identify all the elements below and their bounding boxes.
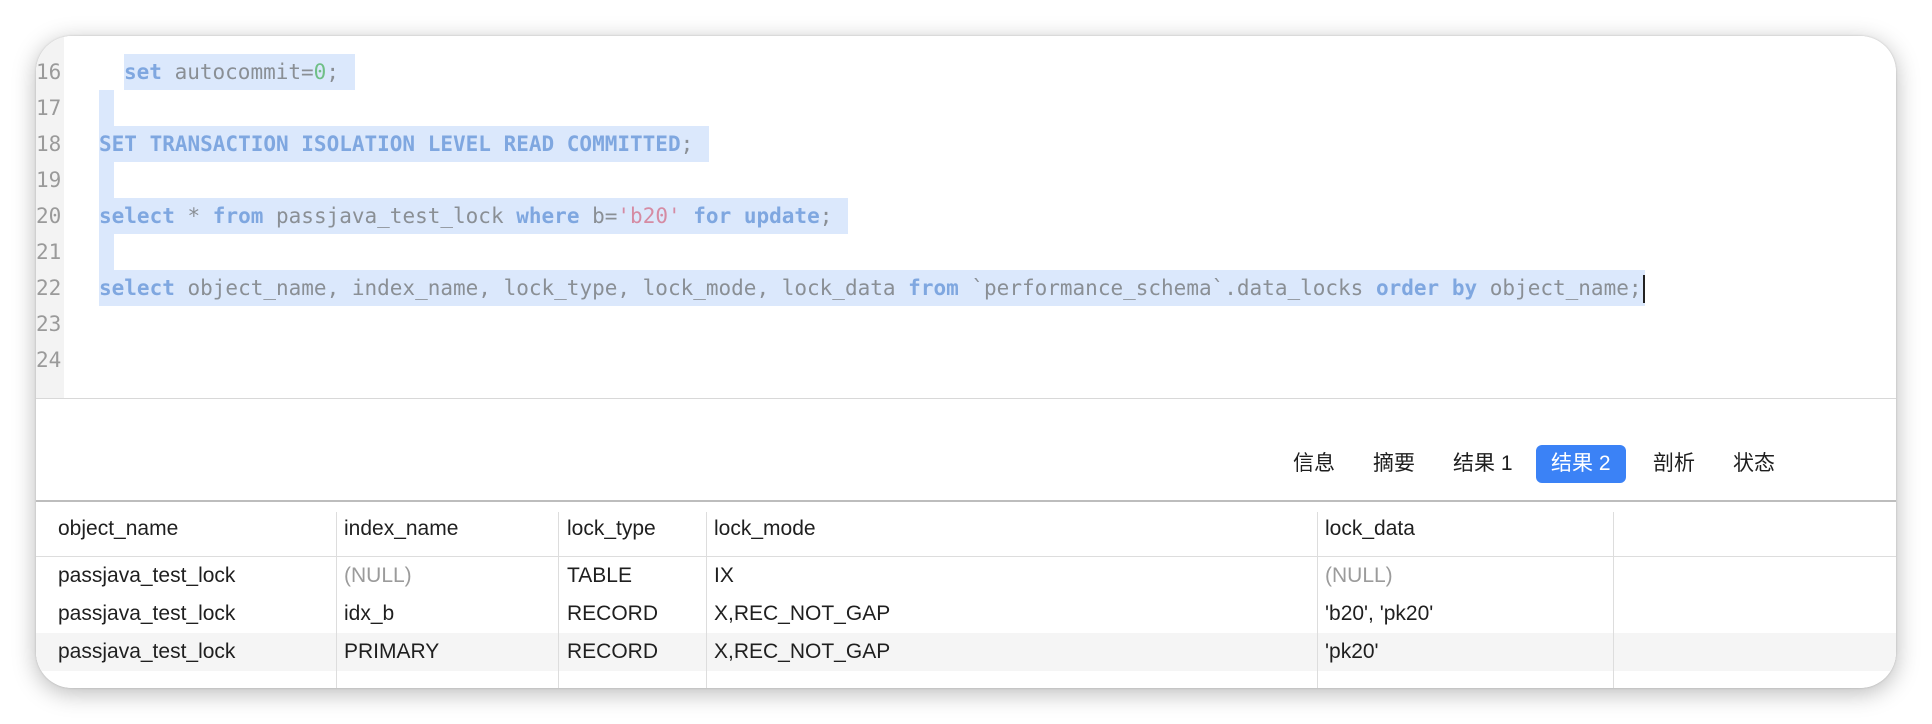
code-text: b= — [579, 204, 618, 228]
cell-index-name[interactable]: idx_b — [344, 595, 394, 633]
cell-lock-type[interactable]: TABLE — [567, 557, 632, 595]
tab-profile[interactable]: 剖析 — [1638, 445, 1710, 483]
table-row[interactable]: passjava_test_lock idx_b RECORD X,REC_NO… — [36, 595, 1896, 633]
code-line-20[interactable]: select * from passjava_test_lock where b… — [99, 198, 849, 234]
keyword-where: where — [516, 204, 580, 228]
line-number: 18 — [36, 132, 62, 156]
code-text: object_name, index_name, lock_type, lock… — [174, 276, 909, 300]
text-caret — [1642, 275, 1645, 303]
line-number: 17 — [36, 96, 62, 120]
cell-object-name[interactable]: passjava_test_lock — [58, 595, 235, 633]
selection-blank-line-19 — [99, 162, 114, 198]
column-header-lock-type[interactable]: lock_type — [567, 502, 656, 556]
line-number: 19 — [36, 168, 62, 192]
cell-index-name[interactable]: PRIMARY — [344, 633, 439, 671]
column-header-lock-data[interactable]: lock_data — [1325, 502, 1415, 556]
app-window: 16 17 18 19 20 21 22 23 24 set autocommi… — [36, 36, 1896, 688]
code-line-22[interactable]: select object_name, index_name, lock_typ… — [99, 270, 1645, 306]
code-line-18[interactable]: SET TRANSACTION ISOLATION LEVEL READ COM… — [99, 126, 710, 162]
line-number: 22 — [36, 276, 62, 300]
sql-editor[interactable]: 16 17 18 19 20 21 22 23 24 set autocommi… — [36, 36, 1896, 398]
column-header-index-name[interactable]: index_name — [344, 502, 458, 556]
code-text: autocommit= — [161, 60, 314, 84]
keyword-set: set — [124, 60, 162, 84]
string-literal: 'b20' — [617, 204, 681, 228]
line-number-gutter: 16 17 18 19 20 21 22 23 24 — [36, 36, 64, 398]
code-text: object_name; — [1477, 276, 1642, 300]
tab-result-2[interactable]: 结果 2 — [1536, 445, 1626, 483]
table-row[interactable]: passjava_test_lock PRIMARY RECORD X,REC_… — [36, 633, 1896, 671]
cell-lock-mode[interactable]: X,REC_NOT_GAP — [714, 595, 890, 633]
cell-lock-type[interactable]: RECORD — [567, 595, 658, 633]
cell-object-name[interactable]: passjava_test_lock — [58, 633, 235, 671]
tab-status[interactable]: 状态 — [1718, 445, 1790, 483]
selection-blank-line-17 — [99, 90, 114, 126]
keyword-from: from — [212, 204, 264, 228]
tab-info[interactable]: 信息 — [1278, 445, 1350, 483]
code-text: ; — [819, 204, 833, 228]
keyword-select: select — [99, 276, 175, 300]
keyword-from: from — [908, 276, 959, 300]
line-number: 24 — [36, 348, 62, 372]
tab-result-1[interactable]: 结果 1 — [1438, 445, 1528, 483]
cell-lock-mode[interactable]: IX — [714, 557, 734, 595]
number-literal: 0 — [313, 60, 327, 84]
column-header-lock-mode[interactable]: lock_mode — [714, 502, 816, 556]
line-number: 20 — [36, 204, 62, 228]
tab-summary[interactable]: 摘要 — [1358, 445, 1430, 483]
result-tab-bar: 信息 摘要 结果 1 结果 2 剖析 状态 — [36, 399, 1896, 500]
cell-lock-data[interactable]: (NULL) — [1325, 557, 1393, 595]
cell-lock-type[interactable]: RECORD — [567, 633, 658, 671]
result-grid[interactable]: object_name index_name lock_type lock_mo… — [36, 502, 1896, 688]
code-text: passjava_test_lock — [263, 204, 517, 228]
code-text: * — [174, 204, 213, 228]
code-text: `performance_schema`.data_locks — [958, 276, 1376, 300]
keyword-select: select — [99, 204, 175, 228]
line-number-partial — [36, 36, 58, 48]
code-text: ; — [326, 60, 339, 84]
line-number: 21 — [36, 240, 62, 264]
cell-index-name[interactable]: (NULL) — [344, 557, 412, 595]
line-number: 16 — [36, 60, 62, 84]
column-header-object-name[interactable]: object_name — [58, 502, 178, 556]
keyword-order-by: order by — [1375, 276, 1478, 300]
keyword-for-update: for update — [693, 204, 820, 228]
table-row[interactable]: passjava_test_lock (NULL) TABLE IX (NULL… — [36, 557, 1896, 595]
cell-lock-mode[interactable]: X,REC_NOT_GAP — [714, 633, 890, 671]
cell-lock-data[interactable]: 'pk20' — [1325, 633, 1379, 671]
code-text: ; — [680, 132, 694, 156]
selection-blank-line-21 — [99, 234, 114, 270]
cell-lock-data[interactable]: 'b20', 'pk20' — [1325, 595, 1433, 633]
keyword-set-transaction: SET TRANSACTION ISOLATION LEVEL READ COM… — [99, 132, 681, 156]
line-number: 23 — [36, 312, 62, 336]
cell-object-name[interactable]: passjava_test_lock — [58, 557, 235, 595]
code-line-16[interactable]: set autocommit=0; — [124, 54, 355, 90]
